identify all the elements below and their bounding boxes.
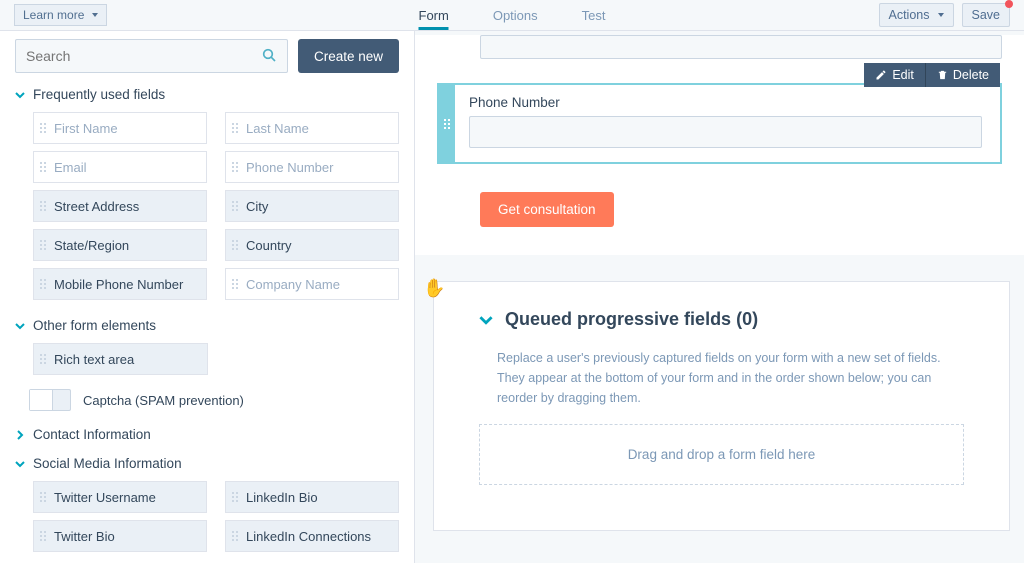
section-frequent-header[interactable]: Frequently used fields [15,87,399,102]
search-field-box[interactable] [15,39,288,73]
section-social-header[interactable]: Social Media Information [15,456,399,471]
drag-handle-icon [232,123,238,133]
field-street-address[interactable]: Street Address [33,190,207,222]
field-mobile-phone-number[interactable]: Mobile Phone Number [33,268,207,300]
section-other-title: Other form elements [33,318,156,333]
tab-form[interactable]: Form [419,0,449,30]
tab-test[interactable]: Test [582,0,606,30]
unsaved-indicator-icon [1005,0,1013,8]
drag-handle-icon [40,492,46,502]
captcha-toggle[interactable] [29,389,71,411]
drag-handle-icon [40,201,46,211]
field-first-name[interactable]: First Name [33,112,207,144]
form-preview: Edit Delete Phone Number [415,35,1024,255]
drag-handle-icon [232,240,238,250]
chevron-down-icon [15,90,25,100]
field-city[interactable]: City [225,190,399,222]
field-linkedin-bio[interactable]: LinkedIn Bio [225,481,399,513]
queued-header-toggle[interactable]: Queued progressive fields (0) [479,309,964,330]
section-frequent-title: Frequently used fields [33,87,165,102]
field-email[interactable]: Email [33,151,207,183]
field-state-region[interactable]: State/Region [33,229,207,261]
drag-handle-icon [232,162,238,172]
delete-field-button[interactable]: Delete [926,63,1000,87]
chevron-down-icon [479,313,493,327]
field-company-name[interactable]: Company Name [225,268,399,300]
selected-field-input[interactable] [469,116,982,148]
drag-handle-icon [444,119,450,129]
captcha-label: Captcha (SPAM prevention) [83,393,244,408]
drag-handle-icon [40,531,46,541]
drag-handle-icon [232,201,238,211]
create-new-button[interactable]: Create new [298,39,399,73]
drag-handle-icon [40,279,46,289]
field-phone-number[interactable]: Phone Number [225,151,399,183]
selected-field-block[interactable]: Phone Number [437,83,1002,164]
frequent-fields-grid: First Name Last Name Email Phone Number … [33,112,399,300]
drag-handle-icon [232,492,238,502]
section-social-title: Social Media Information [33,456,182,471]
actions-label: Actions [889,8,930,22]
chevron-down-icon [15,321,25,331]
social-fields-grid: Twitter Username LinkedIn Bio Twitter Bi… [33,481,399,552]
section-contact-header[interactable]: Contact Information [15,427,399,442]
field-drag-handle[interactable] [439,85,455,162]
search-icon [261,47,277,66]
top-bar: Learn more Form Options Test Actions Sav… [0,0,1024,31]
drag-handle-icon [40,240,46,250]
pencil-icon [875,69,887,81]
drag-handle-icon [40,123,46,133]
field-country[interactable]: Country [225,229,399,261]
top-tabs: Form Options Test [419,0,606,30]
drag-handle-icon [232,531,238,541]
selected-field-label: Phone Number [469,95,982,110]
drag-handle-icon [40,162,46,172]
actions-button[interactable]: Actions [879,3,954,27]
submit-button[interactable]: Get consultation [480,192,614,227]
trash-icon [937,69,948,81]
section-contact-title: Contact Information [33,427,151,442]
section-other-header[interactable]: Other form elements [15,318,399,333]
queued-drop-zone[interactable]: Drag and drop a form field here [479,424,964,485]
top-bar-right: Actions Save [879,3,1011,27]
save-button[interactable]: Save [962,3,1011,27]
fields-panel: Create new Frequently used fields First … [0,31,415,563]
queued-description: Replace a user's previously captured fie… [497,348,964,408]
form-canvas: Edit Delete Phone Number [415,31,1024,563]
field-linkedin-connections[interactable]: LinkedIn Connections [225,520,399,552]
drag-handle-icon [40,354,46,364]
field-twitter-bio[interactable]: Twitter Bio [33,520,207,552]
queued-title: Queued progressive fields (0) [505,309,758,330]
learn-more-button[interactable]: Learn more [14,4,107,26]
field-twitter-username[interactable]: Twitter Username [33,481,207,513]
queued-progressive-panel: Queued progressive fields (0) Replace a … [433,281,1010,531]
chevron-down-icon [15,459,25,469]
field-rich-text-area[interactable]: Rich text area [33,343,208,375]
search-input[interactable] [26,48,261,64]
field-last-name[interactable]: Last Name [225,112,399,144]
chevron-right-icon [15,430,25,440]
tab-options[interactable]: Options [493,0,538,30]
drag-handle-icon [232,279,238,289]
learn-more-label: Learn more [23,8,84,22]
previous-field-input[interactable] [480,35,1002,59]
edit-field-button[interactable]: Edit [864,63,926,87]
field-action-bar: Edit Delete [864,63,1000,87]
